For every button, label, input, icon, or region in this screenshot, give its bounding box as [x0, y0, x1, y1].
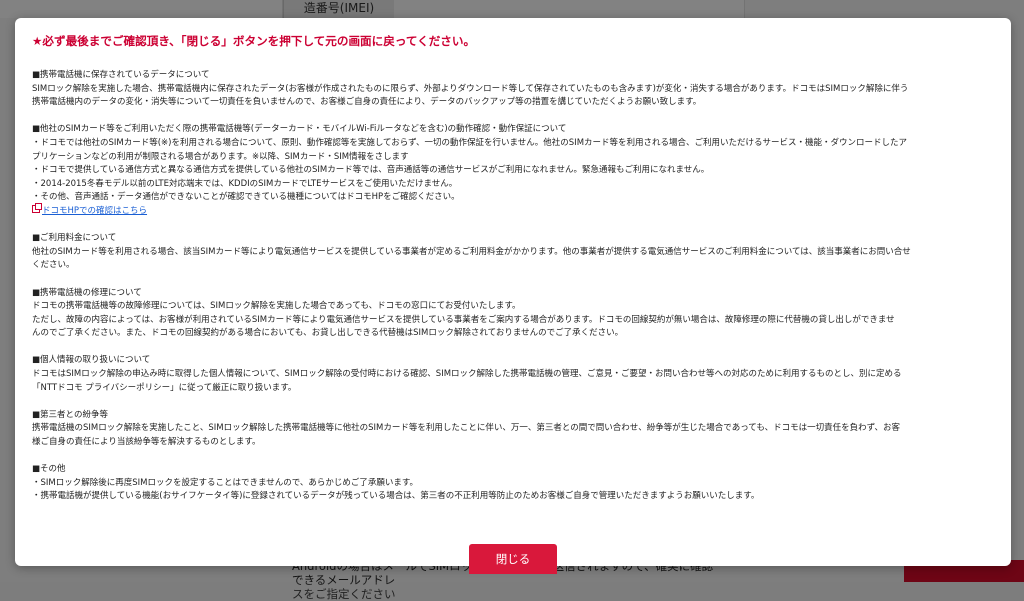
section-text: ・ドコモで提供している通信方式と異なる通信方式を提供している他社のSIMカード等… — [32, 165, 710, 176]
section-title: ■その他 — [32, 464, 66, 475]
section-title: ■個人情報の取り扱いについて — [32, 355, 151, 366]
section-text: ただし、故障の内容によっては、お客様が利用されているSIMカード等により電気通信… — [32, 314, 895, 325]
background-note-line: スをご指定ください — [292, 587, 396, 601]
section-title: ■携帯電話機の修理について — [32, 287, 142, 298]
section-data-storage: ■携帯電話機に保存されているデータについて SIMロック解除を実施した場合、携帯… — [32, 69, 998, 110]
section-text: SIMロック解除を実施した場合、携帯電話機内に保存されたデータ(お客様が作成され… — [32, 83, 909, 94]
section-title: ■携帯電話機に保存されているデータについて — [32, 70, 210, 80]
section-text: ドコモの携帯電話機等の故障修理については、SIMロック解除を実施した場合であって… — [32, 301, 521, 312]
notice-modal: ★必ず最後までご確認頂き、「閉じる」ボタンを押下して元の画面に戻ってください。 … — [15, 18, 1011, 574]
section-repair: ■携帯電話機の修理について ドコモの携帯電話機等の故障修理については、SIMロッ… — [32, 287, 998, 341]
section-text: 他社のSIMカード等を利用される場合、該当SIMカード等により電気通信サービスを… — [32, 246, 911, 257]
modal-body: ■携帯電話機に保存されているデータについて SIMロック解除を実施した場合、携帯… — [32, 69, 998, 518]
section-other: ■その他 ・SIMロック解除後に再度SIMロックを設定することはできませんので、… — [32, 463, 998, 504]
docomo-hp-link[interactable]: ドコモHPでの確認はこちら — [42, 206, 147, 216]
section-text: プリケーションなどの利用が制限される場合があります。※以降、SIMカード・SIM… — [32, 151, 409, 162]
docomo-hp-link-row: ドコモHPでの確認はこちら — [32, 202, 998, 219]
close-button[interactable]: 閉じる — [469, 544, 557, 574]
section-title: ■他社のSIMカード等をご利用いただく際の携帯電話機等(データーカード・モバイル… — [32, 124, 567, 135]
section-text: 様ご自身の責任により当該紛争等を解決するものとします。 — [32, 437, 261, 448]
section-text: ・2014-2015冬春モデル以前のLTE対応端末では、KDDIのSIMカードで… — [32, 178, 458, 189]
section-privacy: ■個人情報の取り扱いについて ドコモはSIMロック解除の申込み時に取得した個人情… — [32, 354, 998, 395]
section-title: ■ご利用料金について — [32, 233, 117, 244]
section-text: 携帯電話機のSIMロック解除を実施したこと、SIMロック解除した携帯電話機等に他… — [32, 423, 901, 434]
section-text: ・携帯電話機が提供している機能(おサイフケータイ等)に登録されているデータが残っ… — [32, 491, 760, 502]
section-other-sim: ■他社のSIMカード等をご利用いただく際の携帯電話機等(データーカード・モバイル… — [32, 123, 998, 218]
section-disputes: ■第三者との紛争等 携帯電話機のSIMロック解除を実施したこと、SIMロック解除… — [32, 409, 998, 450]
section-text: 携帯電話機内のデータの変化・消失等について一切責任を負いませんので、お客様ご自身… — [32, 97, 702, 108]
section-text: ・SIMロック解除後に再度SIMロックを設定することはできませんので、あらかじめ… — [32, 477, 419, 488]
section-fees: ■ご利用料金について 他社のSIMカード等を利用される場合、該当SIMカード等に… — [32, 232, 998, 273]
section-text: ・ドコモでは他社のSIMカード等(※)を利用される場合について、原則、動作確認等… — [32, 137, 908, 148]
modal-heading: ★必ず最後までご確認頂き、「閉じる」ボタンを押下して元の画面に戻ってください。 — [32, 34, 476, 48]
section-text: ドコモはSIMロック解除の申込み時に取得した個人情報について、SIMロック解除の… — [32, 369, 902, 380]
section-text: 「NTTドコモ プライバシーポリシー」に従って厳正に取り扱います。 — [32, 382, 297, 393]
section-text: ください。 — [32, 260, 75, 271]
section-text: ・その他、音声通話・データ通信ができないことが確認できている機種についてはドコモ… — [32, 192, 460, 203]
section-text: んのでご了承ください。また、ドコモの回線契約がある場合においても、お貸し出しでき… — [32, 328, 624, 339]
external-window-icon — [32, 202, 42, 213]
section-title: ■第三者との紛争等 — [32, 409, 108, 420]
